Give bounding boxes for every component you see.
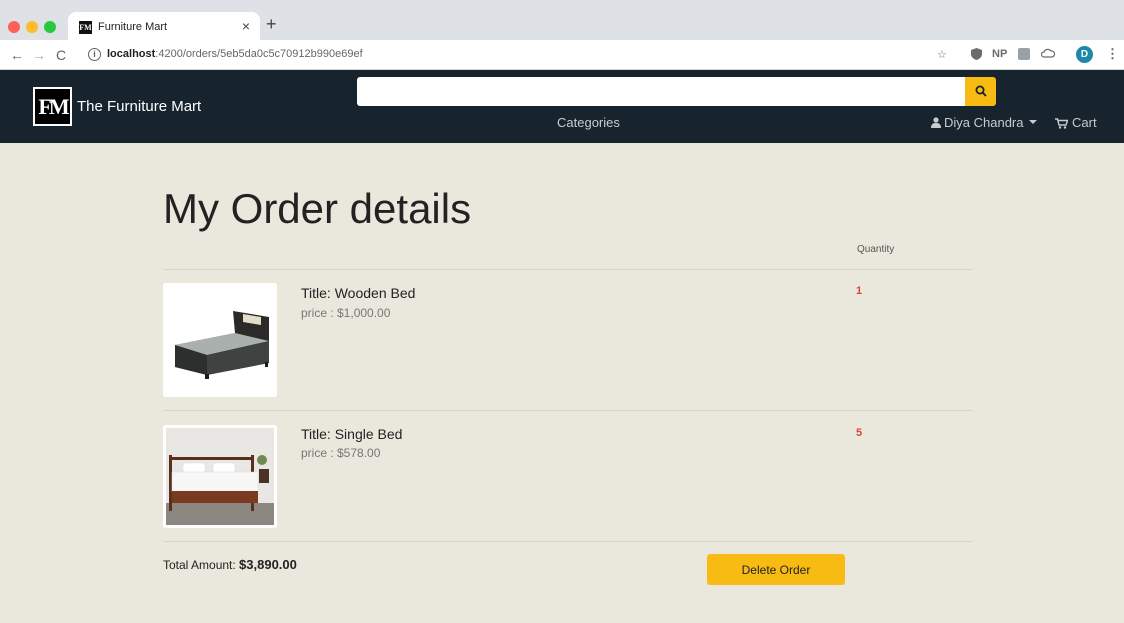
brand-name[interactable]: The Furniture Mart	[77, 98, 201, 115]
cloud-icon[interactable]	[1040, 48, 1056, 61]
cart-icon	[1055, 118, 1068, 129]
window-minimize-button[interactable]	[26, 21, 38, 33]
window-zoom-button[interactable]	[44, 21, 56, 33]
page-title: My Order details	[163, 185, 472, 232]
item-title: Title: Wooden Bed	[301, 285, 416, 301]
item-price: price : $578.00	[301, 446, 381, 460]
url-path: :4200/orders/5eb5da0c5c70912b990e69ef	[155, 48, 363, 60]
new-tab-button[interactable]: +	[266, 14, 277, 35]
url-field[interactable]: i localhost:4200/orders/5eb5da0c5c70912b…	[80, 44, 940, 66]
shield-icon[interactable]	[971, 48, 982, 63]
profile-avatar[interactable]: D	[1076, 46, 1093, 63]
tab-favicon-icon: FM	[79, 21, 92, 34]
site-navbar: FM The Furniture Mart Categories Diya Ch…	[0, 70, 1124, 143]
star-icon[interactable]: ☆	[937, 48, 947, 61]
total-amount: Total Amount: $3,890.00	[163, 557, 297, 572]
browser-tab-bar: FM Furniture Mart × +	[0, 0, 1124, 42]
caret-down-icon	[1028, 120, 1037, 124]
browser-tab[interactable]: FM Furniture Mart ×	[68, 12, 260, 42]
search-icon	[975, 85, 987, 97]
tab-close-icon[interactable]: ×	[242, 18, 250, 34]
divider	[163, 410, 973, 411]
forward-arrow-icon[interactable]: →	[32, 47, 46, 63]
total-value: $3,890.00	[239, 557, 297, 572]
product-image-single-bed[interactable]	[163, 425, 277, 528]
browser-menu-icon[interactable]: ⋮	[1106, 46, 1119, 62]
user-menu-dropdown[interactable]: Diya Chandra	[931, 115, 1037, 130]
quantity-column-header: Quantity	[857, 244, 895, 255]
nav-categories-link[interactable]: Categories	[557, 115, 620, 130]
cart-label: Cart	[1072, 115, 1097, 130]
extension-icon[interactable]	[1018, 48, 1030, 63]
cart-link[interactable]: Cart	[1055, 115, 1097, 130]
item-quantity: 5	[856, 427, 863, 439]
divider	[163, 541, 973, 542]
item-title: Title: Single Bed	[301, 426, 403, 442]
product-image-wooden-bed[interactable]	[163, 283, 277, 397]
search-button[interactable]	[965, 77, 996, 106]
user-name: Diya Chandra	[944, 115, 1024, 130]
search-input[interactable]	[357, 77, 965, 106]
tab-title: Furniture Mart	[98, 21, 168, 33]
reload-icon[interactable]: C	[56, 47, 66, 63]
brand-logo-mark: FM	[35, 89, 70, 124]
brand-logo[interactable]: FM	[33, 87, 72, 126]
extension-np-icon[interactable]: NP	[992, 48, 1007, 60]
window-close-button[interactable]	[8, 21, 20, 33]
user-icon	[931, 117, 941, 128]
divider	[163, 269, 973, 270]
back-arrow-icon[interactable]: ←	[10, 47, 24, 63]
item-quantity: 1	[856, 285, 863, 297]
total-label: Total Amount:	[163, 558, 240, 572]
order-details-page: My Order details Quantity Title: Wooden …	[0, 143, 1124, 623]
item-price: price : $1,000.00	[301, 306, 391, 320]
url-host: localhost	[107, 48, 156, 60]
browser-address-bar: ← → C i localhost:4200/orders/5eb5da0c5c…	[0, 40, 1124, 70]
info-icon[interactable]: i	[88, 48, 101, 61]
url-text: localhost:4200/orders/5eb5da0c5c70912b99…	[107, 48, 363, 60]
delete-order-button[interactable]: Delete Order	[707, 554, 845, 585]
